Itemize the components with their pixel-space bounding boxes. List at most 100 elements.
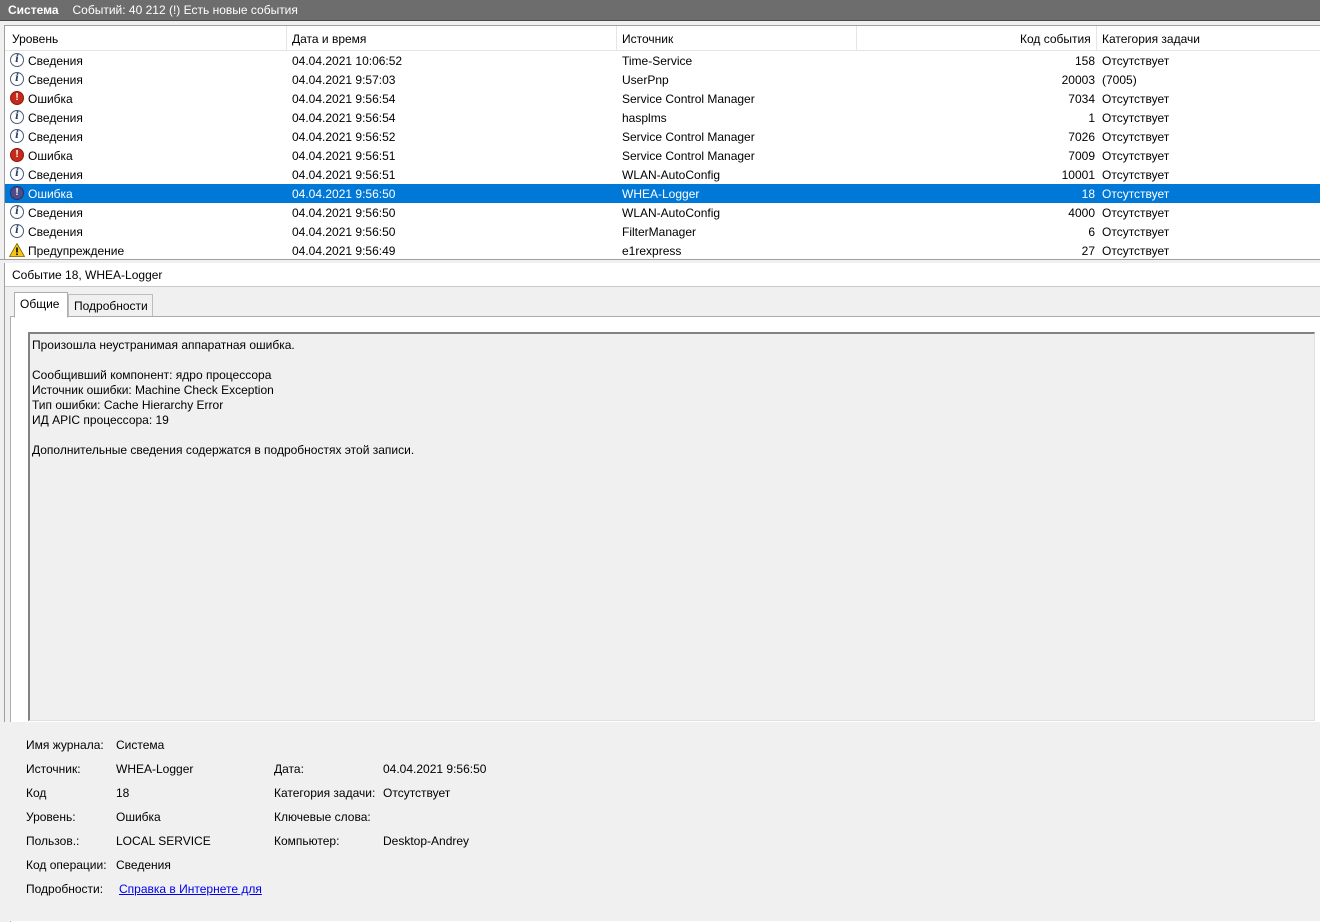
col-date[interactable]: Дата и время bbox=[292, 32, 366, 46]
cell-level: Сведения bbox=[28, 206, 83, 220]
message-line: Источник ошибки: Machine Check Exception bbox=[32, 383, 274, 397]
cell-date: 04.04.2021 9:56:51 bbox=[292, 149, 396, 163]
info-icon: i bbox=[10, 72, 24, 86]
table-header: Уровень Дата и время Источник Код событи… bbox=[5, 26, 1320, 51]
keywords-label: Ключевые слова: bbox=[274, 810, 371, 824]
cell-code: 10001 bbox=[1061, 168, 1095, 182]
cell-level: Ошибка bbox=[28, 92, 73, 106]
table-row[interactable]: ! Ошибка 04.04.2021 9:56:51 Service Control… bbox=[5, 146, 1320, 165]
cell-level: Предупреждение bbox=[28, 244, 125, 258]
level-value: Ошибка bbox=[116, 810, 161, 824]
cell-date: 04.04.2021 9:56:50 bbox=[292, 206, 396, 220]
cell-code: 20003 bbox=[1061, 73, 1095, 87]
cell-source: Service Control Manager bbox=[622, 92, 755, 106]
table-row[interactable]: i Сведения 04.04.2021 9:56:51 WLAN-AutoConf… bbox=[5, 165, 1320, 184]
info-icon: i bbox=[10, 224, 24, 238]
info-icon: i bbox=[10, 205, 24, 219]
cell-source: WHEA-Logger bbox=[622, 187, 700, 201]
more-label: Подробности: bbox=[26, 882, 104, 896]
cell-date: 04.04.2021 9:56:54 bbox=[292, 111, 396, 125]
log-value: Система bbox=[116, 738, 165, 752]
cell-category: Отсутствует bbox=[1102, 54, 1170, 68]
detail-title-bar: Событие 18, WHEA-Logger bbox=[5, 263, 1320, 287]
info-icon: i bbox=[10, 129, 24, 143]
table-row[interactable]: Предупреждение 04.04.2021 9:56:49 e1rexpre… bbox=[5, 241, 1320, 259]
table-row[interactable]: i Сведения 04.04.2021 9:56:50 WLAN-AutoConf… bbox=[5, 203, 1320, 222]
cell-date: 04.04.2021 9:56:50 bbox=[292, 187, 396, 201]
date-value: 04.04.2021 9:56:50 bbox=[383, 762, 487, 776]
tab-details[interactable]: Подробности bbox=[68, 294, 153, 316]
cell-source: UserPnp bbox=[622, 73, 669, 87]
cell-date: 04.04.2021 10:06:52 bbox=[292, 54, 403, 68]
cell-category: Отсутствует bbox=[1102, 168, 1170, 182]
cell-category: Отсутствует bbox=[1102, 187, 1170, 201]
cell-date: 04.04.2021 9:57:03 bbox=[292, 73, 396, 87]
opcode-value: Сведения bbox=[116, 858, 171, 872]
cell-date: 04.04.2021 9:56:51 bbox=[292, 168, 396, 182]
col-code[interactable]: Код события bbox=[1020, 32, 1091, 46]
cell-category: Отсутствует bbox=[1102, 149, 1170, 163]
col-level[interactable]: Уровень bbox=[12, 32, 58, 46]
cell-level: Сведения bbox=[28, 225, 83, 239]
opcode-label: Код операции: bbox=[26, 858, 107, 872]
source-label: Источник: bbox=[26, 762, 81, 776]
cell-source: Service Control Manager bbox=[622, 149, 755, 163]
info-icon: i bbox=[10, 167, 24, 181]
table-row[interactable]: i Сведения 04.04.2021 9:56:52 Service Contr… bbox=[5, 127, 1320, 146]
message-line: Тип ошибки: Cache Hierarchy Error bbox=[32, 398, 224, 412]
cell-level: Сведения bbox=[28, 54, 83, 68]
cell-source: WLAN-AutoConfig bbox=[622, 206, 721, 220]
cell-date: 04.04.2021 9:56:49 bbox=[292, 244, 396, 258]
cell-category: Отсутствует bbox=[1102, 130, 1170, 144]
cell-code: 7026 bbox=[1068, 130, 1095, 144]
cell-source: Time-Service bbox=[622, 54, 693, 68]
user-label: Пользов.: bbox=[26, 834, 80, 848]
detail-title: Событие 18, WHEA-Logger bbox=[12, 268, 163, 282]
cell-level: Ошибка bbox=[28, 187, 73, 201]
table-row[interactable]: i Сведения 04.04.2021 10:06:52 Time-Service… bbox=[5, 51, 1320, 70]
cell-code: 27 bbox=[1081, 244, 1095, 258]
online-help-link[interactable]: Справка в Интернете для bbox=[119, 882, 262, 896]
events-table[interactable]: Уровень Дата и время Источник Код событи… bbox=[4, 25, 1320, 260]
cell-date: 04.04.2021 9:56:54 bbox=[292, 92, 396, 106]
level-label: Уровень: bbox=[26, 810, 76, 824]
cell-code: 7009 bbox=[1068, 149, 1095, 163]
cell-code: 7034 bbox=[1068, 92, 1095, 106]
cell-date: 04.04.2021 9:56:50 bbox=[292, 225, 396, 239]
cell-level: Ошибка bbox=[28, 149, 73, 163]
cell-source: FilterManager bbox=[622, 225, 697, 239]
warning-icon bbox=[8, 242, 26, 257]
tab-details-label: Подробности bbox=[74, 299, 148, 313]
cell-code: 18 bbox=[1081, 187, 1095, 201]
col-category[interactable]: Категория задачи bbox=[1102, 32, 1200, 46]
message-line: Сообщивший компонент: ядро процессора bbox=[32, 368, 272, 382]
message-line: Дополнительные сведения содержатся в под… bbox=[32, 443, 415, 457]
event-message[interactable]: Произошла неустранимая аппаратная ошибка… bbox=[28, 332, 1315, 721]
cell-source: WLAN-AutoConfig bbox=[622, 168, 721, 182]
message-line: Произошла неустранимая аппаратная ошибка… bbox=[32, 338, 295, 352]
col-source[interactable]: Источник bbox=[622, 32, 673, 46]
table-row[interactable]: ! Ошибка 04.04.2021 9:56:54 Service Control… bbox=[5, 89, 1320, 108]
table-row[interactable]: i Сведения 04.04.2021 9:57:03 UserPnp 20003 (… bbox=[5, 70, 1320, 89]
error-icon: ! bbox=[10, 91, 24, 105]
event-properties: Имя журнала: Система Источник: WHEA-Logg… bbox=[0, 722, 1320, 921]
category-label: Категория задачи: bbox=[274, 786, 376, 800]
cell-category: Отсутствует bbox=[1102, 111, 1170, 125]
title-bar: Система Событий: 40 212 (!) Есть новые с… bbox=[0, 0, 1320, 21]
user-value: LOCAL SERVICE bbox=[116, 834, 211, 848]
table-row[interactable]: i Сведения 04.04.2021 9:56:50 FilterManager… bbox=[5, 222, 1320, 241]
cell-code: 6 bbox=[1088, 225, 1095, 239]
error-icon: ! bbox=[10, 148, 24, 162]
tab-general[interactable]: Общие bbox=[14, 292, 68, 318]
cell-source: e1rexpress bbox=[622, 244, 682, 258]
cell-level: Сведения bbox=[28, 111, 83, 125]
source-value: WHEA-Logger bbox=[116, 762, 194, 776]
error-icon: ! bbox=[10, 186, 24, 200]
table-row[interactable]: i Сведения 04.04.2021 9:56:54 hasplms 1 Отсут… bbox=[5, 108, 1320, 127]
cell-source: hasplms bbox=[622, 111, 667, 125]
cell-level: Сведения bbox=[28, 168, 83, 182]
cell-date: 04.04.2021 9:56:52 bbox=[292, 130, 396, 144]
cell-code: 158 bbox=[1074, 54, 1095, 68]
cell-level: Сведения bbox=[28, 73, 83, 87]
table-row[interactable]: ! Ошибка 04.04.2021 9:56:50 WHEA-Logger 18 От… bbox=[5, 184, 1320, 203]
